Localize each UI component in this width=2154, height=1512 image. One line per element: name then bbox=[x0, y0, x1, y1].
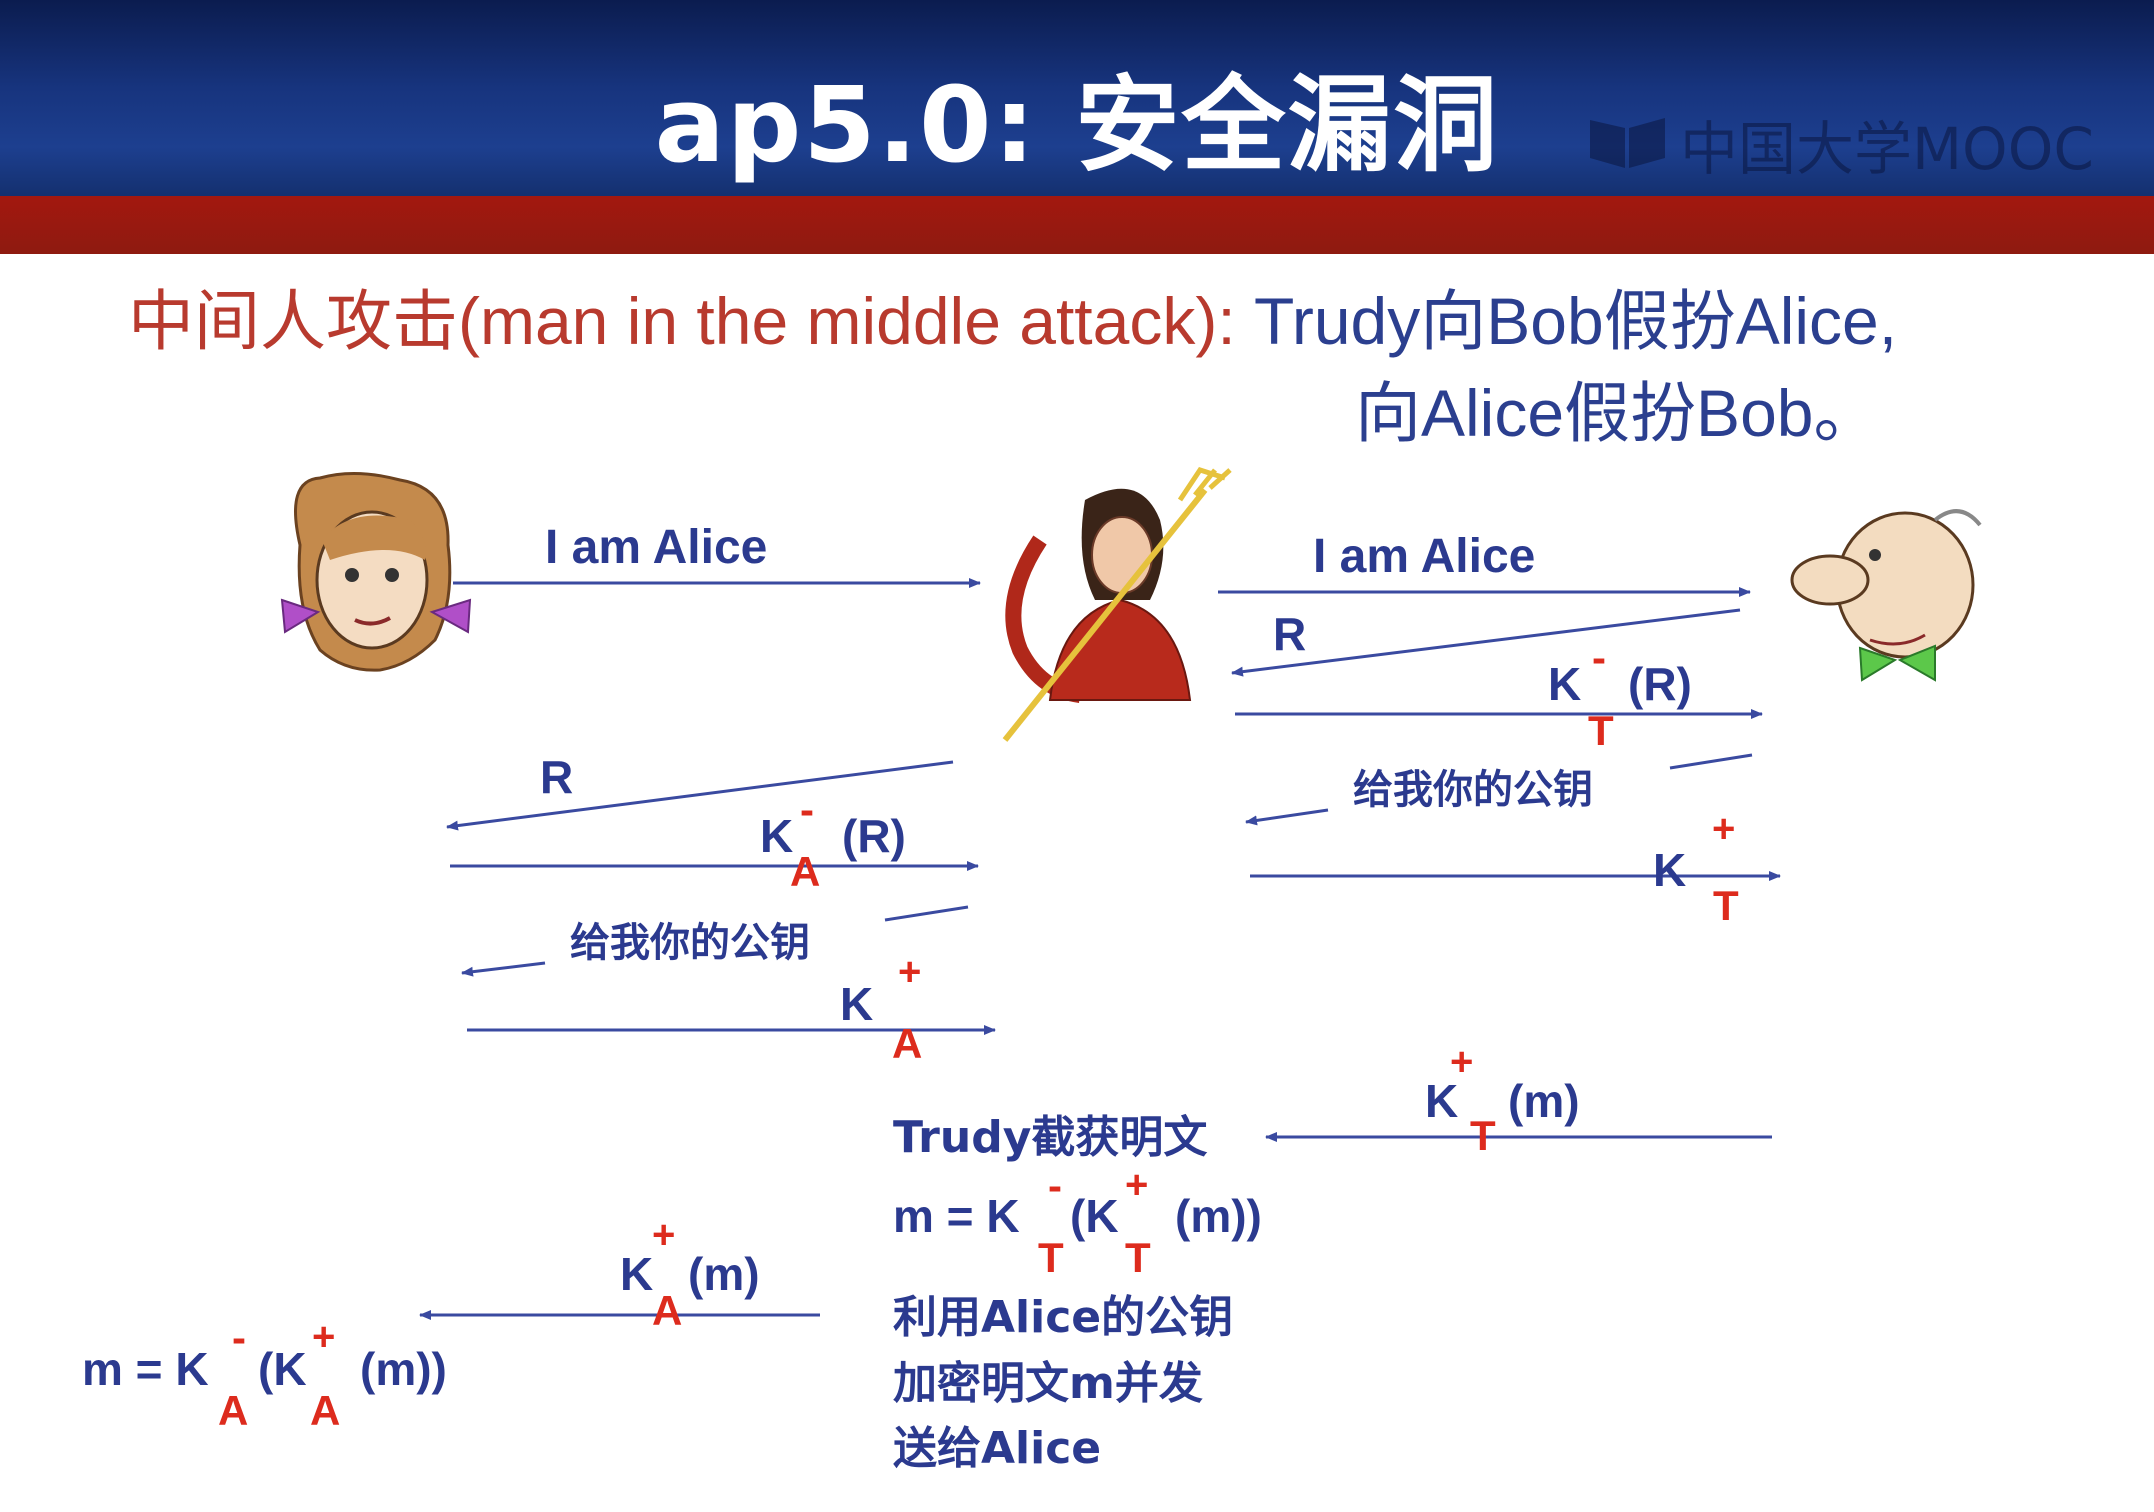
trudy-figure bbox=[1002, 467, 1232, 742]
label-paren-r-2: (R) bbox=[842, 810, 906, 862]
formula-trudy-decrypt: m = K - T (K + T (m)) bbox=[893, 1162, 1262, 1281]
label-r-bob: R bbox=[1273, 608, 1306, 660]
label-sub-t-3: T bbox=[1470, 1112, 1496, 1159]
label-sub-a-1: A bbox=[790, 848, 820, 895]
alice-figure bbox=[280, 472, 472, 672]
label-paren-m-1: (m) bbox=[1508, 1075, 1580, 1127]
label-paren-m-close-1: (m)) bbox=[1175, 1190, 1262, 1242]
label-paren-r-1: (R) bbox=[1628, 658, 1692, 710]
label-paren-k-1: (K bbox=[1070, 1190, 1119, 1242]
label-plus-5: + bbox=[652, 1213, 675, 1257]
label-k-3: K bbox=[760, 810, 793, 862]
arrow-trudy-give-key-tail bbox=[884, 905, 969, 922]
label-give-key-trudy: 给我你的公钥 bbox=[570, 920, 810, 966]
label-k-6: K bbox=[620, 1248, 653, 1300]
label-m-eq-1: m = K bbox=[893, 1190, 1020, 1242]
label-reencrypt-3: 送给Alice bbox=[893, 1423, 1101, 1474]
bob-figure bbox=[1790, 509, 1982, 682]
label-k-4: K bbox=[840, 978, 873, 1030]
formula-alice-decrypt: m = K - A (K + A (m)) bbox=[82, 1314, 447, 1434]
label-reencrypt-1: 利用Alice的公钥 bbox=[893, 1292, 1233, 1343]
label-minus-1: - bbox=[1592, 634, 1606, 681]
label-m-eq-2: m = K bbox=[82, 1343, 209, 1395]
label-reencrypt-2: 加密明文m并发 bbox=[893, 1358, 1203, 1409]
mitm-diagram: I am Alice I am Alice R K - T (R) 给我你的公钥… bbox=[82, 467, 1982, 1474]
label-sub-a-3: A bbox=[652, 1287, 682, 1334]
label-sub-a-4: A bbox=[218, 1387, 248, 1434]
arrow-bob-give-key-head bbox=[1245, 808, 1329, 826]
label-paren-m-2: (m) bbox=[688, 1248, 760, 1300]
label-paren-m-close-2: (m)) bbox=[360, 1343, 447, 1395]
arrow-trudy-give-key-head bbox=[461, 961, 546, 977]
label-plus-1: + bbox=[1712, 807, 1735, 851]
label-sub-a-5: A bbox=[310, 1387, 340, 1434]
label-k-2: K bbox=[1653, 844, 1686, 896]
label-k-1: K bbox=[1548, 658, 1581, 710]
label-sub-a-2: A bbox=[892, 1020, 922, 1067]
label-r-trudy: R bbox=[540, 751, 573, 803]
label-minus-4: - bbox=[232, 1314, 246, 1361]
arrow-bob-give-key-tail bbox=[1669, 753, 1753, 770]
label-minus-2: - bbox=[800, 786, 814, 833]
label-sub-t-2: T bbox=[1713, 882, 1739, 929]
label-trudy-intercepts: Trudy截获明文 bbox=[893, 1112, 1207, 1163]
label-sub-t-4: T bbox=[1038, 1234, 1064, 1281]
label-sub-t-5: T bbox=[1125, 1234, 1151, 1281]
label-plus-4: + bbox=[1125, 1163, 1148, 1207]
label-plus-3: + bbox=[1450, 1040, 1473, 1084]
label-paren-k-2: (K bbox=[258, 1343, 307, 1395]
label-i-am-alice-1: I am Alice bbox=[545, 521, 767, 574]
label-sub-t-1: T bbox=[1588, 707, 1614, 754]
label-i-am-alice-2: I am Alice bbox=[1313, 530, 1535, 583]
label-plus-6: + bbox=[312, 1315, 335, 1359]
label-minus-3: - bbox=[1048, 1162, 1062, 1209]
label-give-key-bob: 给我你的公钥 bbox=[1353, 767, 1593, 813]
label-plus-2: + bbox=[898, 950, 921, 994]
